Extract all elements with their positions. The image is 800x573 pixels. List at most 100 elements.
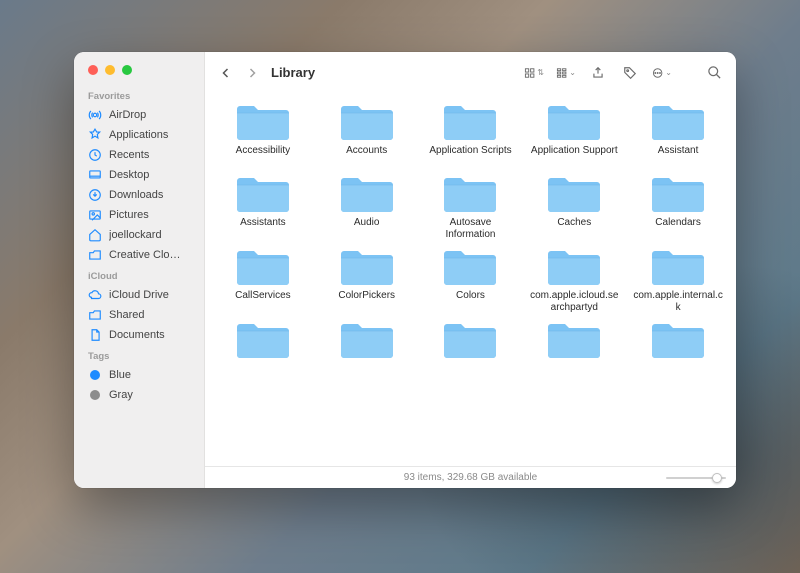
sidebar-item-shared[interactable]: Shared — [74, 305, 204, 325]
status-text: 93 items, 329.68 GB available — [404, 472, 537, 483]
folder-icon — [339, 246, 395, 288]
folder-item[interactable] — [423, 317, 519, 385]
sidebar-item-airdrop[interactable]: AirDrop — [74, 105, 204, 125]
folder-item[interactable]: Assistants — [215, 171, 311, 240]
search-button[interactable] — [704, 63, 724, 83]
folder-label: Accessibility — [217, 145, 309, 167]
sidebar-item-label: Downloads — [109, 189, 163, 201]
sidebar-item-applications[interactable]: Applications — [74, 125, 204, 145]
sidebar-item-downloads[interactable]: Downloads — [74, 185, 204, 205]
finder-window: Favorites AirDrop Applications Recents D… — [74, 52, 736, 488]
folder-item[interactable]: Accounts — [319, 99, 415, 167]
folder-label: Application Scripts — [424, 145, 516, 167]
folder-icon — [546, 319, 602, 361]
folder-icon — [442, 319, 498, 361]
folder-icon — [546, 246, 602, 288]
icloud-drive-icon — [88, 288, 102, 302]
folder-label: Caches — [528, 217, 620, 239]
sidebar-item-label: Applications — [109, 129, 168, 141]
sidebar-item-label: AirDrop — [109, 109, 146, 121]
sidebar-item-recents[interactable]: Recents — [74, 145, 204, 165]
folder-icon — [235, 173, 291, 215]
sidebar-section-label: iCloud — [74, 265, 204, 285]
folder-item[interactable]: Autosave Information — [423, 171, 519, 240]
group-by-button[interactable]: ⌄ — [556, 63, 576, 83]
folder-icon — [650, 101, 706, 143]
folder-label: Assistants — [217, 217, 309, 239]
window-controls — [74, 52, 204, 85]
applications-icon — [88, 128, 102, 142]
maximize-button[interactable] — [122, 65, 132, 75]
desktop-icon — [88, 168, 102, 182]
back-button[interactable] — [217, 64, 235, 82]
sidebar-item-tag-gray[interactable]: Gray — [74, 385, 204, 405]
share-button[interactable] — [588, 63, 608, 83]
main-pane: Library ⇅ ⌄ ⌄ — [205, 52, 736, 488]
tag-gray-icon — [88, 388, 102, 402]
folder-item[interactable]: Audio — [319, 171, 415, 240]
content-area[interactable]: Accessibility Accounts Application Scripts… — [205, 93, 736, 466]
sidebar-item-label: Desktop — [109, 169, 149, 181]
sidebar-item-pictures[interactable]: Pictures — [74, 205, 204, 225]
chevron-down-icon: ⌄ — [665, 68, 672, 77]
sidebar-item-home[interactable]: joellockard — [74, 225, 204, 245]
creative-cloud-icon — [88, 248, 102, 262]
sidebar-item-desktop[interactable]: Desktop — [74, 165, 204, 185]
sidebar-item-label: joellockard — [109, 229, 162, 241]
more-button[interactable]: ⌄ — [652, 63, 672, 83]
folder-item[interactable]: Application Support — [526, 99, 622, 167]
folder-label: Colors — [424, 290, 516, 312]
folder-label — [321, 363, 413, 385]
folder-icon — [339, 319, 395, 361]
sidebar-item-icloud-drive[interactable]: iCloud Drive — [74, 285, 204, 305]
documents-icon — [88, 328, 102, 342]
chevron-down-icon: ⌄ — [569, 68, 576, 77]
close-button[interactable] — [88, 65, 98, 75]
folder-item[interactable]: CallServices — [215, 244, 311, 313]
folder-label: com.apple.icloud.searchpartyd — [528, 290, 620, 313]
folder-icon — [235, 101, 291, 143]
folder-icon — [235, 246, 291, 288]
minimize-button[interactable] — [105, 65, 115, 75]
forward-button[interactable] — [243, 64, 261, 82]
folder-icon — [442, 101, 498, 143]
folder-item[interactable]: Assistant — [630, 99, 726, 167]
sidebar-item-label: Creative Clo… — [109, 249, 181, 261]
zoom-thumb[interactable] — [712, 473, 722, 483]
folder-icon — [442, 173, 498, 215]
folder-item[interactable]: Calendars — [630, 171, 726, 240]
folder-item[interactable] — [215, 317, 311, 385]
folder-label: com.apple.internal.ck — [632, 290, 724, 313]
folder-item[interactable]: Caches — [526, 171, 622, 240]
pictures-icon — [88, 208, 102, 222]
sidebar-item-label: Documents — [109, 329, 165, 341]
view-mode-button[interactable]: ⇅ — [524, 63, 544, 83]
sidebar-item-creative-cloud[interactable]: Creative Clo… — [74, 245, 204, 265]
folder-label: Audio — [321, 217, 413, 239]
folder-item[interactable]: ColorPickers — [319, 244, 415, 313]
folder-label: Accounts — [321, 145, 413, 167]
folder-label — [424, 363, 516, 385]
folder-icon — [442, 246, 498, 288]
folder-label: Calendars — [632, 217, 724, 239]
downloads-icon — [88, 188, 102, 202]
shared-icon — [88, 308, 102, 322]
status-bar: 93 items, 329.68 GB available — [205, 466, 736, 488]
folder-item[interactable] — [630, 317, 726, 385]
folder-item[interactable] — [526, 317, 622, 385]
folder-item[interactable]: Accessibility — [215, 99, 311, 167]
sidebar-item-label: Blue — [109, 369, 131, 381]
sidebar-section-label: Favorites — [74, 85, 204, 105]
folder-item[interactable]: com.apple.icloud.searchpartyd — [526, 244, 622, 313]
folder-icon — [650, 173, 706, 215]
folder-item[interactable]: Application Scripts — [423, 99, 519, 167]
folder-label — [632, 363, 724, 385]
folder-icon — [235, 319, 291, 361]
tags-button[interactable] — [620, 63, 640, 83]
folder-item[interactable]: com.apple.internal.ck — [630, 244, 726, 313]
folder-item[interactable]: Colors — [423, 244, 519, 313]
zoom-slider[interactable] — [666, 472, 726, 484]
folder-item[interactable] — [319, 317, 415, 385]
sidebar-item-documents[interactable]: Documents — [74, 325, 204, 345]
sidebar-item-tag-blue[interactable]: Blue — [74, 365, 204, 385]
